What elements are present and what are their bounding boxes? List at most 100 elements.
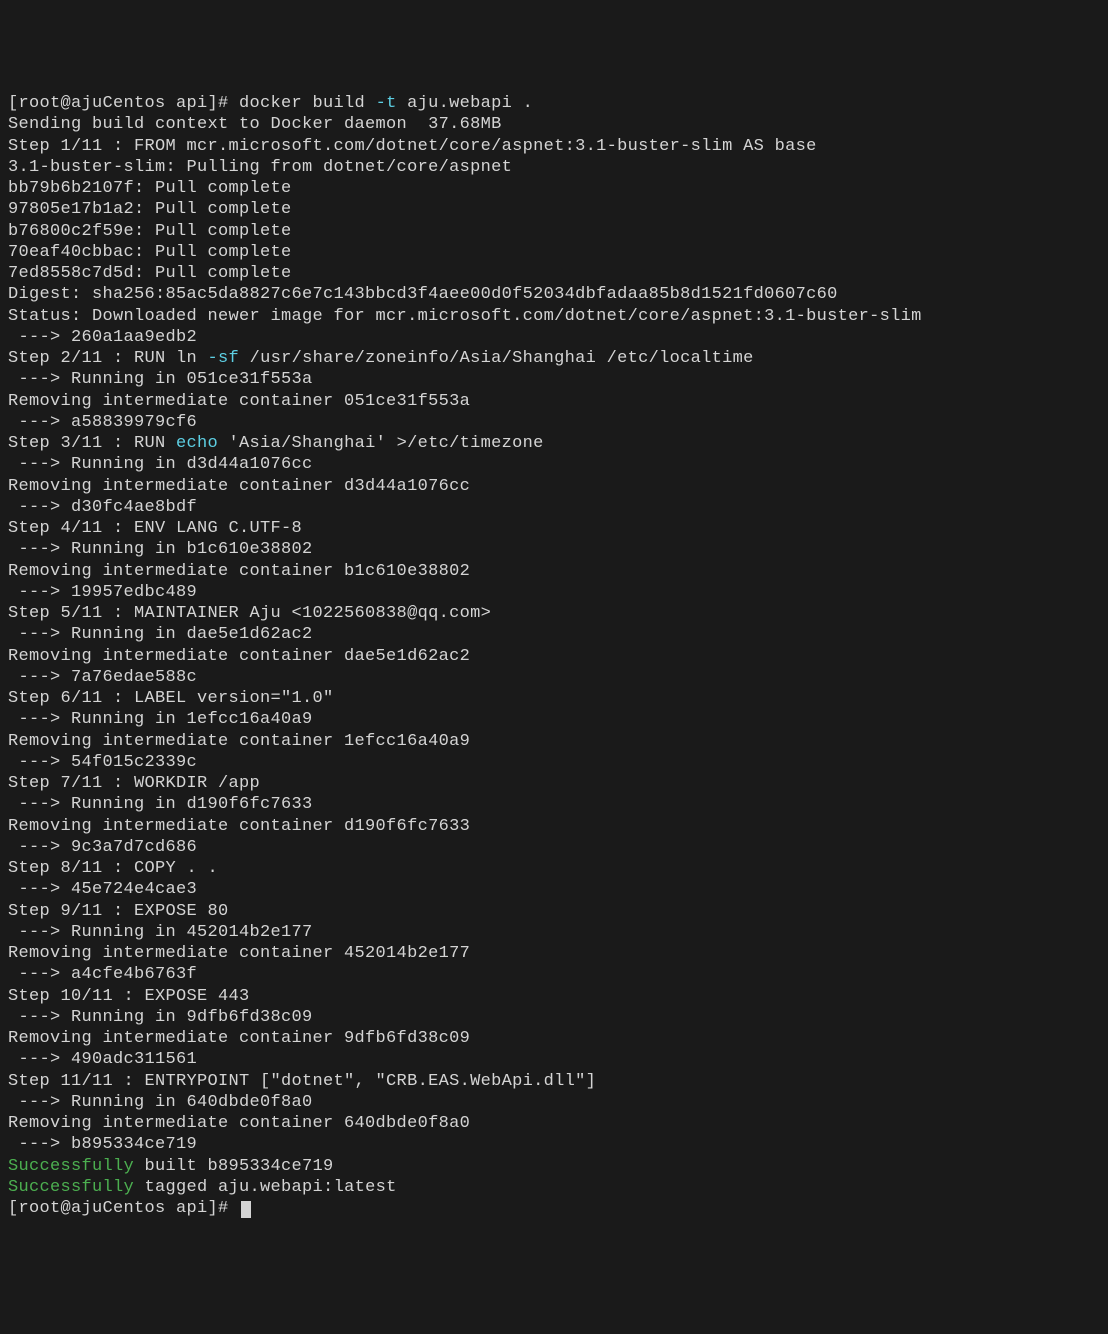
terminal-text-segment: tagged aju.webapi:latest xyxy=(134,1178,397,1197)
terminal-line: ---> 45e724e4cae3 xyxy=(8,879,1100,900)
terminal-text-segment: ---> 45e724e4cae3 xyxy=(8,880,197,899)
terminal-line: Removing intermediate container 9dfb6fd3… xyxy=(8,1028,1100,1049)
terminal-text-segment: Step 10/11 : EXPOSE 443 xyxy=(8,987,250,1006)
terminal-text-segment: Status: Downloaded newer image for mcr.m… xyxy=(8,307,922,326)
terminal-text-segment: [root@ajuCentos api]# xyxy=(8,1199,239,1218)
terminal-text-segment: Removing intermediate container 051ce31f… xyxy=(8,392,470,411)
terminal-line: ---> Running in 640dbde0f8a0 xyxy=(8,1092,1100,1113)
terminal-text-segment: ---> Running in 9dfb6fd38c09 xyxy=(8,1008,313,1027)
terminal-text-segment: Removing intermediate container dae5e1d6… xyxy=(8,647,470,666)
terminal-text-segment: b76800c2f59e: Pull complete xyxy=(8,222,292,241)
terminal-line: Step 9/11 : EXPOSE 80 xyxy=(8,901,1100,922)
terminal-line: Removing intermediate container d3d44a10… xyxy=(8,476,1100,497)
terminal-text-segment: 70eaf40cbbac: Pull complete xyxy=(8,243,292,262)
terminal-text-segment: Step 11/11 : ENTRYPOINT ["dotnet", "CRB.… xyxy=(8,1072,596,1091)
terminal-line: b76800c2f59e: Pull complete xyxy=(8,221,1100,242)
terminal-line: ---> Running in d3d44a1076cc xyxy=(8,454,1100,475)
terminal-text-segment: ---> a58839979cf6 xyxy=(8,413,197,432)
terminal-line: ---> Running in 1efcc16a40a9 xyxy=(8,709,1100,730)
terminal-text-segment: Removing intermediate container d190f6fc… xyxy=(8,817,470,836)
terminal-text-segment: ---> d30fc4ae8bdf xyxy=(8,498,197,517)
terminal-line: Step 8/11 : COPY . . xyxy=(8,858,1100,879)
terminal-line: ---> a4cfe4b6763f xyxy=(8,964,1100,985)
terminal-line: Sending build context to Docker daemon 3… xyxy=(8,114,1100,135)
terminal-line: ---> Running in dae5e1d62ac2 xyxy=(8,624,1100,645)
terminal-line: Removing intermediate container b1c610e3… xyxy=(8,561,1100,582)
terminal-line: Successfully built b895334ce719 xyxy=(8,1156,1100,1177)
terminal-text-segment: ---> Running in 640dbde0f8a0 xyxy=(8,1093,313,1112)
terminal-line: ---> 7a76edae588c xyxy=(8,667,1100,688)
terminal-line: Step 11/11 : ENTRYPOINT ["dotnet", "CRB.… xyxy=(8,1071,1100,1092)
terminal-text-segment: Step 2/11 : RUN ln xyxy=(8,349,208,368)
terminal-line: ---> 490adc311561 xyxy=(8,1049,1100,1070)
terminal-text-segment: Step 5/11 : MAINTAINER Aju <1022560838@q… xyxy=(8,604,491,623)
terminal-line: Removing intermediate container 1efcc16a… xyxy=(8,731,1100,752)
terminal-line: ---> 54f015c2339c xyxy=(8,752,1100,773)
terminal-text-segment: aju.webapi . xyxy=(397,94,534,113)
terminal-text-segment: 7ed8558c7d5d: Pull complete xyxy=(8,264,292,283)
terminal-text-segment: ---> 54f015c2339c xyxy=(8,753,197,772)
terminal-line: Step 5/11 : MAINTAINER Aju <1022560838@q… xyxy=(8,603,1100,624)
terminal-text-segment: Step 9/11 : EXPOSE 80 xyxy=(8,902,229,921)
terminal-line: Successfully tagged aju.webapi:latest xyxy=(8,1177,1100,1198)
terminal-line: ---> Running in 452014b2e177 xyxy=(8,922,1100,943)
terminal-line: ---> a58839979cf6 xyxy=(8,412,1100,433)
terminal-line: Removing intermediate container 452014b2… xyxy=(8,943,1100,964)
terminal-text-segment: ---> Running in b1c610e38802 xyxy=(8,540,313,559)
terminal-line: Digest: sha256:85ac5da8827c6e7c143bbcd3f… xyxy=(8,284,1100,305)
terminal-text-segment: -t xyxy=(376,94,397,113)
terminal-line: Removing intermediate container dae5e1d6… xyxy=(8,646,1100,667)
terminal-line: [root@ajuCentos api]# docker build -t aj… xyxy=(8,93,1100,114)
terminal-text-segment: echo xyxy=(176,434,218,453)
terminal-text-segment: Step 8/11 : COPY . . xyxy=(8,859,218,878)
terminal-text-segment: 3.1-buster-slim: Pulling from dotnet/cor… xyxy=(8,158,512,177)
terminal-line: Step 10/11 : EXPOSE 443 xyxy=(8,986,1100,1007)
terminal-text-segment: Successfully xyxy=(8,1178,134,1197)
terminal-text-segment: [root@ajuCentos api]# docker build xyxy=(8,94,376,113)
terminal-text-segment: Step 6/11 : LABEL version="1.0" xyxy=(8,689,334,708)
terminal-text-segment: Step 1/11 : FROM mcr.microsoft.com/dotne… xyxy=(8,137,817,156)
terminal-text-segment: Removing intermediate container 1efcc16a… xyxy=(8,732,470,751)
terminal-line: ---> d30fc4ae8bdf xyxy=(8,497,1100,518)
terminal-text-segment: 97805e17b1a2: Pull complete xyxy=(8,200,292,219)
terminal-line: Removing intermediate container d190f6fc… xyxy=(8,816,1100,837)
terminal-text-segment: 'Asia/Shanghai' >/etc/timezone xyxy=(218,434,544,453)
terminal-line: ---> 9c3a7d7cd686 xyxy=(8,837,1100,858)
terminal-text-segment: Successfully xyxy=(8,1157,134,1176)
terminal-text-segment: ---> 260a1aa9edb2 xyxy=(8,328,197,347)
terminal-text-segment: ---> 490adc311561 xyxy=(8,1050,197,1069)
terminal-line: Step 7/11 : WORKDIR /app xyxy=(8,773,1100,794)
terminal-text-segment: ---> Running in d3d44a1076cc xyxy=(8,455,313,474)
terminal-line: Removing intermediate container 051ce31f… xyxy=(8,391,1100,412)
terminal-text-segment: ---> Running in 1efcc16a40a9 xyxy=(8,710,313,729)
terminal-text-segment: ---> 19957edbc489 xyxy=(8,583,197,602)
terminal-line: Status: Downloaded newer image for mcr.m… xyxy=(8,306,1100,327)
terminal-text-segment: built b895334ce719 xyxy=(134,1157,334,1176)
terminal-text-segment: bb79b6b2107f: Pull complete xyxy=(8,179,292,198)
terminal-text-segment: ---> Running in 452014b2e177 xyxy=(8,923,313,942)
terminal-text-segment: Removing intermediate container 640dbde0… xyxy=(8,1114,470,1133)
terminal-text-segment: ---> a4cfe4b6763f xyxy=(8,965,197,984)
terminal-text-segment: Digest: sha256:85ac5da8827c6e7c143bbcd3f… xyxy=(8,285,838,304)
terminal-text-segment: ---> 7a76edae588c xyxy=(8,668,197,687)
terminal-text-segment: ---> Running in dae5e1d62ac2 xyxy=(8,625,313,644)
terminal-text-segment: Removing intermediate container 452014b2… xyxy=(8,944,470,963)
terminal-line: Step 1/11 : FROM mcr.microsoft.com/dotne… xyxy=(8,136,1100,157)
terminal-line: 3.1-buster-slim: Pulling from dotnet/cor… xyxy=(8,157,1100,178)
terminal-text-segment: Removing intermediate container 9dfb6fd3… xyxy=(8,1029,470,1048)
terminal-line: 7ed8558c7d5d: Pull complete xyxy=(8,263,1100,284)
terminal-line: ---> 19957edbc489 xyxy=(8,582,1100,603)
terminal-line: [root@ajuCentos api]# xyxy=(8,1198,1100,1219)
terminal-line: ---> Running in d190f6fc7633 xyxy=(8,794,1100,815)
terminal-line: 70eaf40cbbac: Pull complete xyxy=(8,242,1100,263)
terminal-line: 97805e17b1a2: Pull complete xyxy=(8,199,1100,220)
terminal-text-segment: Removing intermediate container b1c610e3… xyxy=(8,562,470,581)
terminal-text-segment: ---> Running in d190f6fc7633 xyxy=(8,795,313,814)
terminal-line: ---> Running in 9dfb6fd38c09 xyxy=(8,1007,1100,1028)
terminal-line: Step 2/11 : RUN ln -sf /usr/share/zonein… xyxy=(8,348,1100,369)
terminal-text-segment: Step 3/11 : RUN xyxy=(8,434,176,453)
terminal-line: bb79b6b2107f: Pull complete xyxy=(8,178,1100,199)
terminal-output[interactable]: [root@ajuCentos api]# docker build -t aj… xyxy=(8,93,1100,1219)
terminal-text-segment: Removing intermediate container d3d44a10… xyxy=(8,477,470,496)
terminal-line: ---> 260a1aa9edb2 xyxy=(8,327,1100,348)
